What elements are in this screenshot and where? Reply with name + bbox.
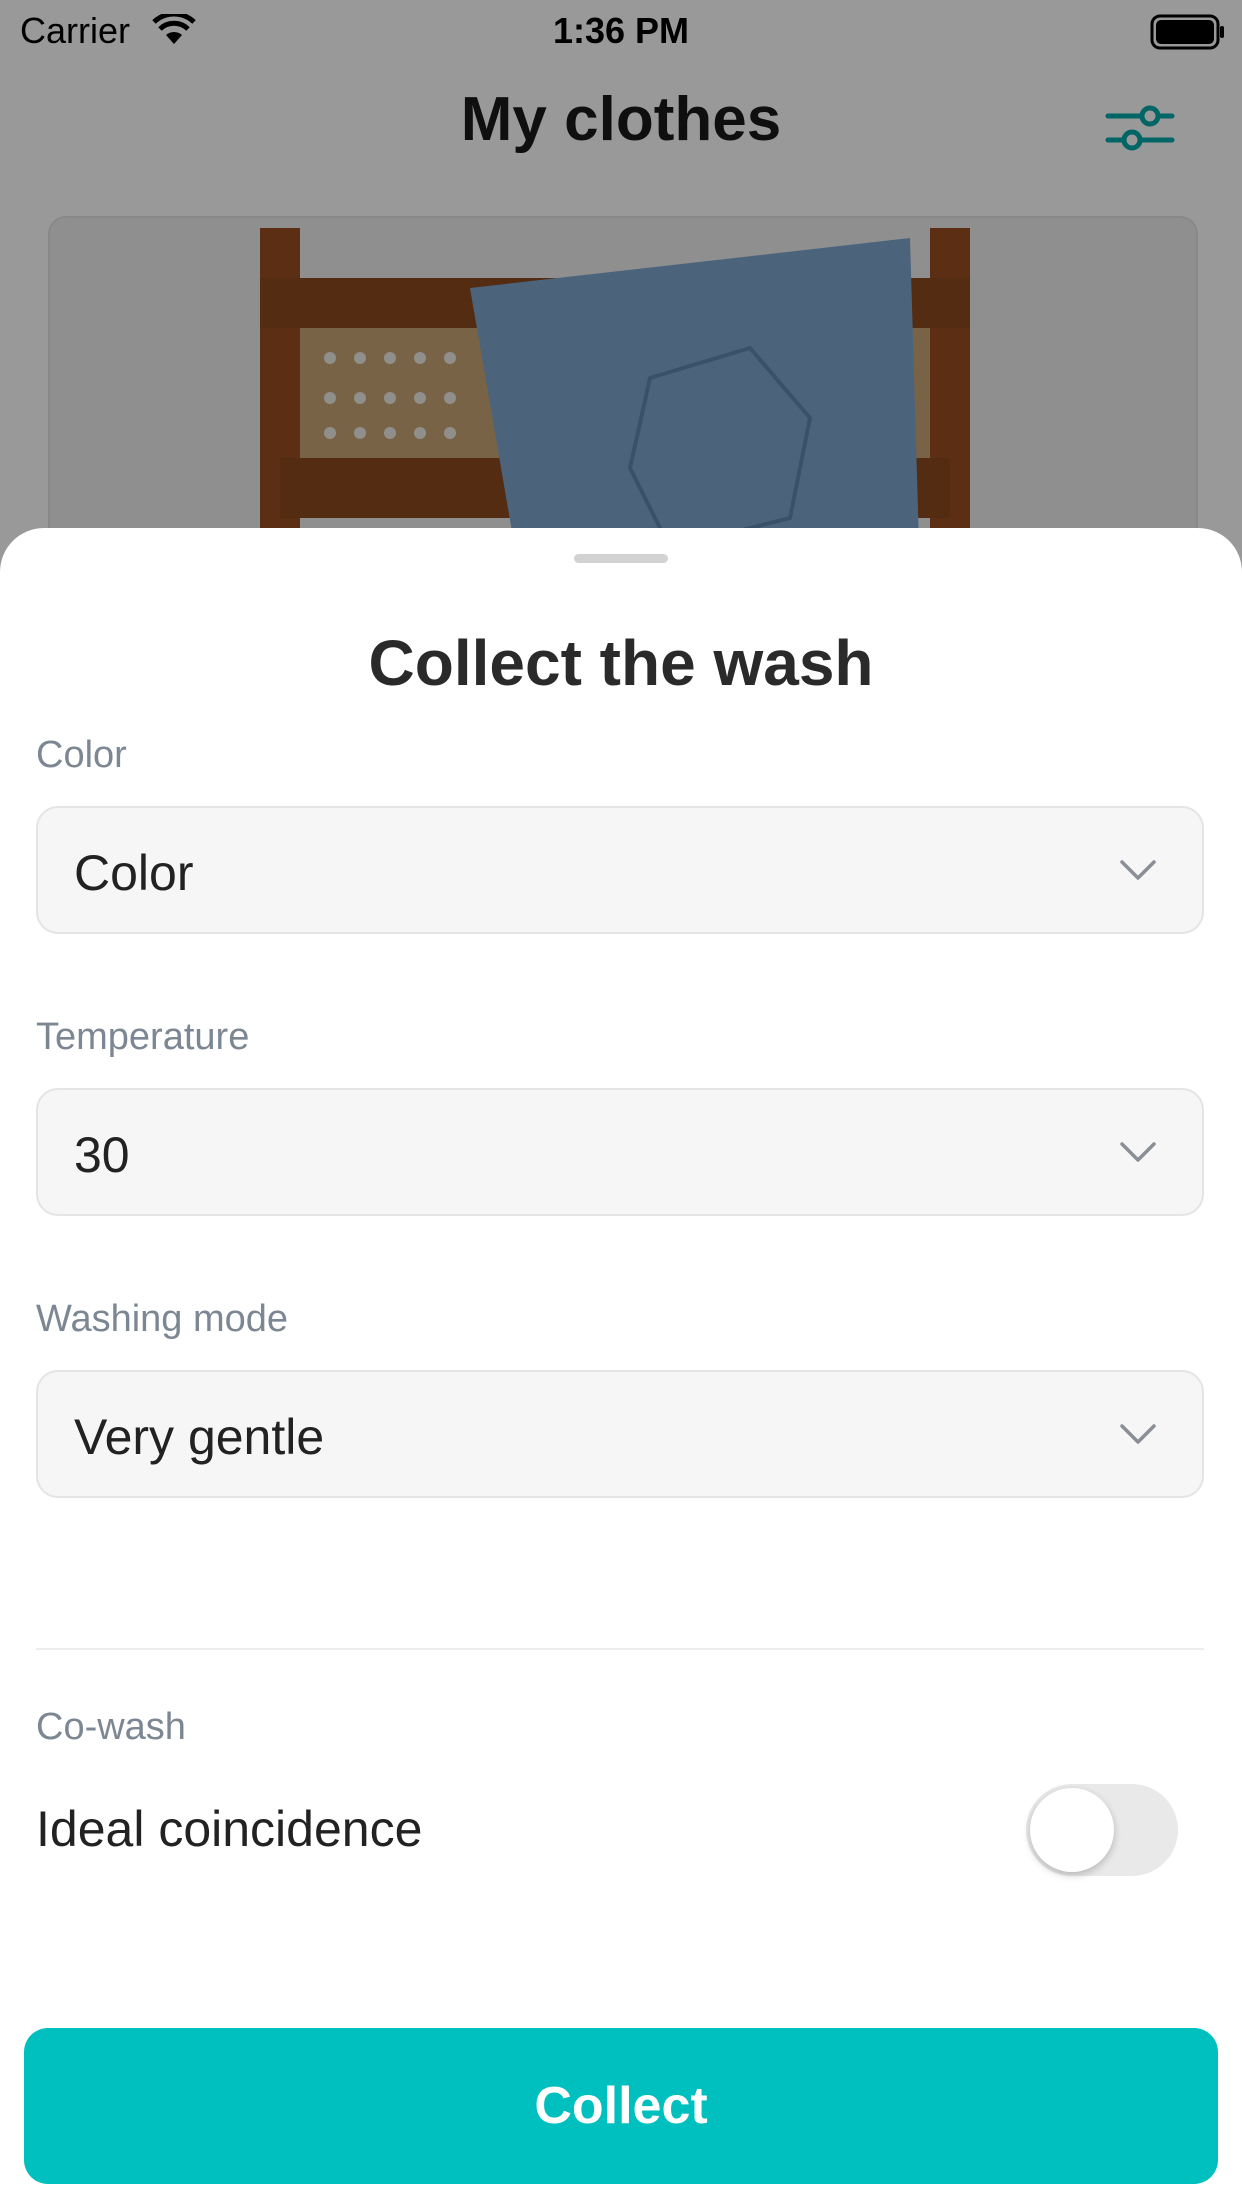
collect-wash-sheet: Collect the wash Color Color Temperature… <box>0 528 1242 2208</box>
washing-mode-select[interactable]: Very gentle <box>36 1370 1204 1498</box>
temperature-value: 30 <box>74 1127 130 1183</box>
temperature-select[interactable]: 30 <box>36 1088 1204 1216</box>
toggle-knob <box>1030 1788 1114 1872</box>
color-label: Color <box>36 734 127 776</box>
sheet-title: Collect the wash <box>368 627 874 699</box>
chevron-down-icon <box>1120 1424 1156 1444</box>
collect-button[interactable]: Collect <box>24 2028 1218 2184</box>
ideal-coincidence-toggle[interactable] <box>1026 1784 1178 1876</box>
temperature-label: Temperature <box>36 1016 250 1058</box>
section-divider <box>36 1648 1204 1650</box>
cowash-section-label: Co-wash <box>36 1706 186 1748</box>
chevron-down-icon <box>1120 860 1156 880</box>
washing-mode-label: Washing mode <box>36 1298 289 1340</box>
color-select[interactable]: Color <box>36 806 1204 934</box>
sheet-grabber[interactable] <box>574 554 668 563</box>
ideal-coincidence-label: Ideal coincidence <box>36 1801 423 1857</box>
chevron-down-icon <box>1120 1142 1156 1162</box>
washing-mode-value: Very gentle <box>74 1409 325 1465</box>
color-value: Color <box>74 845 194 901</box>
